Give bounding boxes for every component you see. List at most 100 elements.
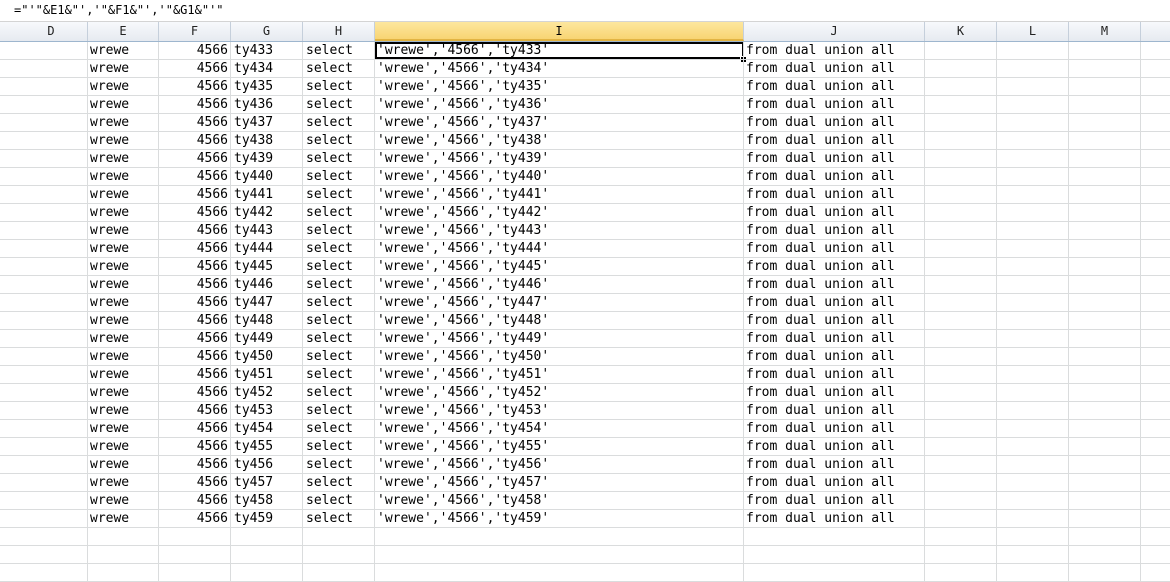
cell-i[interactable]: 'wrewe','4566','ty457' [377, 474, 744, 492]
cell-g[interactable]: ty444 [234, 240, 303, 258]
cell-e[interactable]: wrewe [90, 132, 159, 150]
cell-j[interactable]: from dual union all [746, 420, 925, 438]
cell-j[interactable]: from dual union all [746, 150, 925, 168]
cell-e[interactable]: wrewe [90, 402, 159, 420]
cell-f[interactable]: 4566 [159, 240, 228, 258]
cell-g[interactable]: ty441 [234, 186, 303, 204]
cell-f[interactable]: 4566 [159, 276, 228, 294]
cell-j[interactable]: from dual union all [746, 402, 925, 420]
cell-i[interactable]: 'wrewe','4566','ty440' [377, 168, 744, 186]
cell-j[interactable]: from dual union all [746, 366, 925, 384]
cell-g[interactable]: ty454 [234, 420, 303, 438]
cell-e[interactable]: wrewe [90, 96, 159, 114]
cell-f[interactable]: 4566 [159, 42, 228, 60]
cell-f[interactable]: 4566 [159, 348, 228, 366]
cell-i[interactable]: 'wrewe','4566','ty448' [377, 312, 744, 330]
cell-e[interactable]: wrewe [90, 456, 159, 474]
cell-e[interactable]: wrewe [90, 420, 159, 438]
cell-i[interactable]: 'wrewe','4566','ty451' [377, 366, 744, 384]
cell-f[interactable]: 4566 [159, 384, 228, 402]
cell-i[interactable]: 'wrewe','4566','ty436' [377, 96, 744, 114]
column-header-m[interactable]: M [1069, 22, 1141, 41]
column-header-j[interactable]: J [744, 22, 925, 41]
column-header-e[interactable]: E [88, 22, 159, 41]
cell-g[interactable]: ty446 [234, 276, 303, 294]
cell-g[interactable]: ty458 [234, 492, 303, 510]
cell-g[interactable]: ty448 [234, 312, 303, 330]
cell-g[interactable]: ty456 [234, 456, 303, 474]
cell-i[interactable]: 'wrewe','4566','ty444' [377, 240, 744, 258]
column-header-f[interactable]: F [159, 22, 231, 41]
cell-h[interactable]: select [306, 60, 375, 78]
cell-j[interactable]: from dual union all [746, 348, 925, 366]
cell-i[interactable]: 'wrewe','4566','ty442' [377, 204, 744, 222]
cell-h[interactable]: select [306, 276, 375, 294]
cell-e[interactable]: wrewe [90, 60, 159, 78]
cell-e[interactable]: wrewe [90, 240, 159, 258]
cell-h[interactable]: select [306, 474, 375, 492]
cell-h[interactable]: select [306, 240, 375, 258]
cell-f[interactable]: 4566 [159, 222, 228, 240]
cell-h[interactable]: select [306, 438, 375, 456]
cell-j[interactable]: from dual union all [746, 492, 925, 510]
cell-f[interactable]: 4566 [159, 492, 228, 510]
cell-h[interactable]: select [306, 384, 375, 402]
cell-i[interactable]: 'wrewe','4566','ty443' [377, 222, 744, 240]
cell-h[interactable]: select [306, 366, 375, 384]
cell-f[interactable]: 4566 [159, 204, 228, 222]
cell-h[interactable]: select [306, 330, 375, 348]
cell-i[interactable]: 'wrewe','4566','ty447' [377, 294, 744, 312]
cell-j[interactable]: from dual union all [746, 384, 925, 402]
cell-e[interactable]: wrewe [90, 330, 159, 348]
cell-e[interactable]: wrewe [90, 348, 159, 366]
cell-e[interactable]: wrewe [90, 366, 159, 384]
cell-e[interactable]: wrewe [90, 474, 159, 492]
cell-h[interactable]: select [306, 150, 375, 168]
cell-e[interactable]: wrewe [90, 150, 159, 168]
cell-h[interactable]: select [306, 222, 375, 240]
cell-f[interactable]: 4566 [159, 438, 228, 456]
cell-g[interactable]: ty438 [234, 132, 303, 150]
cell-j[interactable]: from dual union all [746, 330, 925, 348]
cell-e[interactable]: wrewe [90, 204, 159, 222]
cell-f[interactable]: 4566 [159, 330, 228, 348]
cell-j[interactable]: from dual union all [746, 96, 925, 114]
cell-h[interactable]: select [306, 78, 375, 96]
cell-f[interactable]: 4566 [159, 456, 228, 474]
cell-f[interactable]: 4566 [159, 474, 228, 492]
cell-j[interactable]: from dual union all [746, 60, 925, 78]
cell-g[interactable]: ty449 [234, 330, 303, 348]
cell-j[interactable]: from dual union all [746, 204, 925, 222]
cell-f[interactable]: 4566 [159, 366, 228, 384]
cell-j[interactable]: from dual union all [746, 438, 925, 456]
column-header-l[interactable]: L [997, 22, 1069, 41]
cell-i[interactable]: 'wrewe','4566','ty438' [377, 132, 744, 150]
cell-g[interactable]: ty452 [234, 384, 303, 402]
cell-j[interactable]: from dual union all [746, 456, 925, 474]
column-header-k[interactable]: K [925, 22, 997, 41]
cell-i[interactable]: 'wrewe','4566','ty458' [377, 492, 744, 510]
cell-e[interactable]: wrewe [90, 510, 159, 528]
cell-h[interactable]: select [306, 402, 375, 420]
cell-g[interactable]: ty451 [234, 366, 303, 384]
cell-e[interactable]: wrewe [90, 312, 159, 330]
cell-j[interactable]: from dual union all [746, 168, 925, 186]
cell-f[interactable]: 4566 [159, 114, 228, 132]
cell-i[interactable]: 'wrewe','4566','ty433' [377, 42, 744, 60]
cell-f[interactable]: 4566 [159, 78, 228, 96]
column-header-h[interactable]: H [303, 22, 375, 41]
cell-g[interactable]: ty436 [234, 96, 303, 114]
cell-i[interactable]: 'wrewe','4566','ty452' [377, 384, 744, 402]
cell-j[interactable]: from dual union all [746, 222, 925, 240]
cell-g[interactable]: ty439 [234, 150, 303, 168]
cell-h[interactable]: select [306, 258, 375, 276]
cell-g[interactable]: ty433 [234, 42, 303, 60]
column-header-i[interactable]: I [375, 22, 744, 41]
cell-i[interactable]: 'wrewe','4566','ty450' [377, 348, 744, 366]
cell-e[interactable]: wrewe [90, 78, 159, 96]
cell-g[interactable]: ty443 [234, 222, 303, 240]
cell-h[interactable]: select [306, 456, 375, 474]
cell-h[interactable]: select [306, 312, 375, 330]
column-header-d[interactable]: D [15, 22, 88, 41]
cell-j[interactable]: from dual union all [746, 474, 925, 492]
